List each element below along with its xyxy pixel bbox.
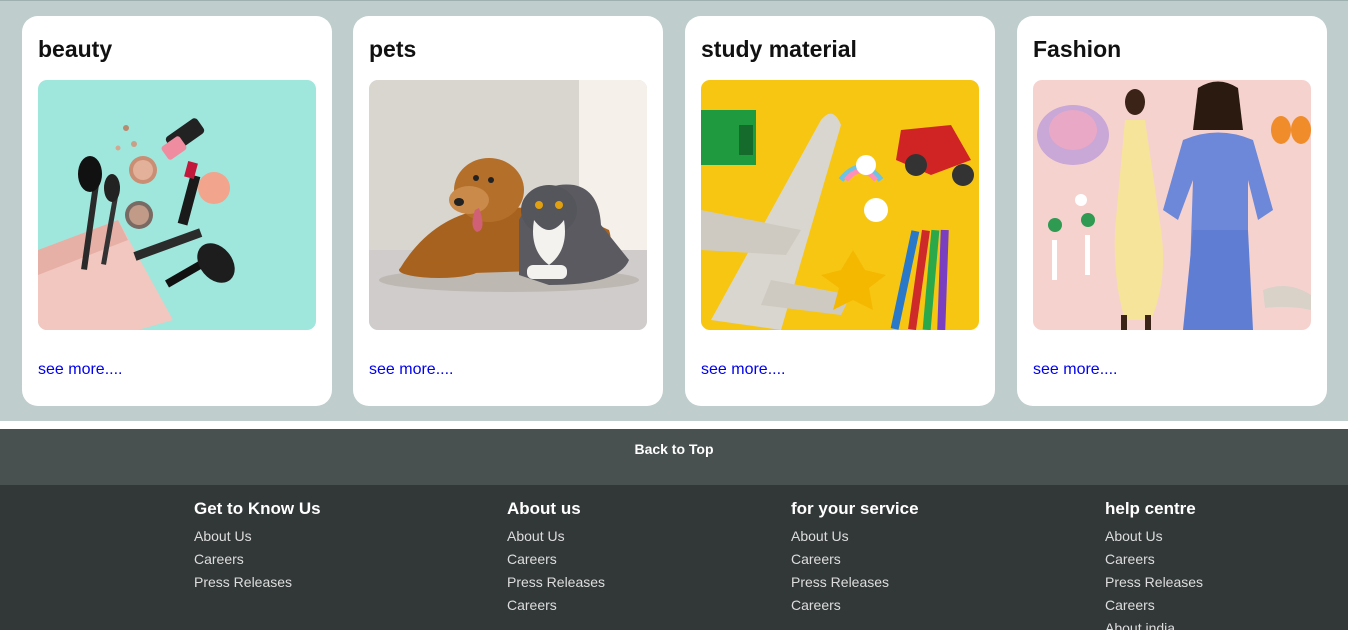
footer-link[interactable]: Careers (1105, 548, 1203, 571)
footer-link[interactable]: Press Releases (507, 571, 605, 594)
see-more-link[interactable]: see more.... (701, 361, 785, 379)
footer-heading: for your service (791, 499, 919, 518)
card-pets: pets see more.... (353, 16, 663, 406)
card-study-material: study material see more.... (685, 16, 995, 406)
toys-and-pencils-image (701, 80, 979, 330)
footer-heading: help centre (1105, 499, 1196, 518)
footer-column-help-centre: help centre About Us Careers Press Relea… (1105, 499, 1203, 630)
makeup-products-image (38, 80, 316, 330)
footer-column-for-your-service: for your service About Us Careers Press … (791, 499, 919, 617)
footer-link[interactable]: Careers (507, 548, 605, 571)
footer-link[interactable]: About Us (791, 525, 919, 548)
footer-link[interactable]: Careers (791, 548, 919, 571)
see-more-link[interactable]: see more.... (1033, 361, 1117, 379)
card-title: study material (701, 36, 857, 62)
category-cards-section: beauty see more.... pets see more.... st… (0, 0, 1348, 421)
card-title: pets (369, 36, 417, 62)
see-more-link[interactable]: see more.... (38, 361, 122, 379)
footer-heading: Get to Know Us (194, 499, 321, 518)
see-more-link[interactable]: see more.... (369, 361, 453, 379)
card-beauty: beauty see more.... (22, 16, 332, 406)
footer-link[interactable]: Press Releases (194, 571, 321, 594)
section-divider (0, 421, 1348, 429)
dog-and-cat-image (369, 80, 647, 330)
footer-link[interactable]: About Us (194, 525, 321, 548)
card-fashion: Fashion see more.... (1017, 16, 1327, 406)
footer-link[interactable]: Careers (507, 594, 605, 617)
card-title: Fashion (1033, 36, 1122, 62)
fashion-models-image (1033, 80, 1311, 330)
footer-heading: About us (507, 499, 581, 518)
card-title: beauty (38, 36, 113, 62)
footer-link[interactable]: Careers (1105, 594, 1203, 617)
footer-link[interactable]: Careers (791, 594, 919, 617)
footer-column-get-to-know-us: Get to Know Us About Us Careers Press Re… (194, 499, 321, 594)
footer-link[interactable]: About india (1105, 617, 1203, 630)
footer-link[interactable]: About Us (1105, 525, 1203, 548)
footer-column-about-us: About us About Us Careers Press Releases… (507, 499, 605, 617)
footer-link[interactable]: Press Releases (791, 571, 919, 594)
footer-link[interactable]: About Us (507, 525, 605, 548)
footer: Get to Know Us About Us Careers Press Re… (0, 485, 1348, 630)
footer-link[interactable]: Careers (194, 548, 321, 571)
back-to-top-button[interactable]: Back to Top (0, 429, 1348, 485)
footer-link[interactable]: Press Releases (1105, 571, 1203, 594)
